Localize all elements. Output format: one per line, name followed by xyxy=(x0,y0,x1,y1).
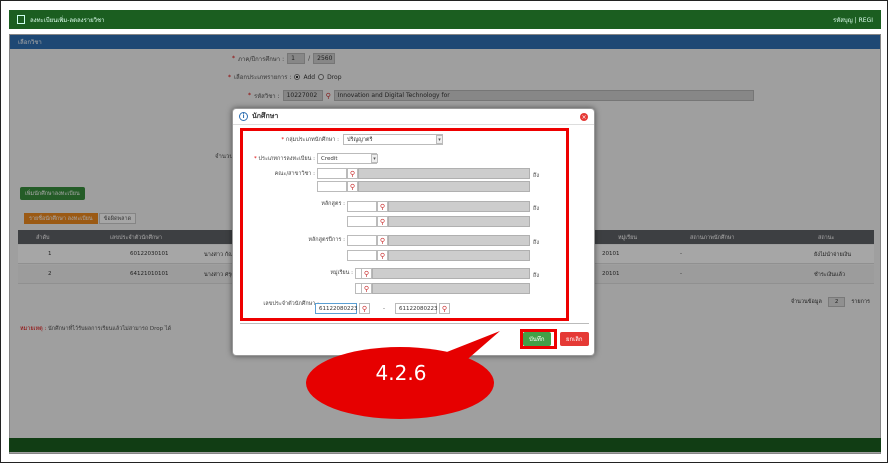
modal-divider xyxy=(240,323,589,324)
callout-label: 4.2.6 xyxy=(375,361,427,385)
search-icon[interactable]: ⚲ xyxy=(439,303,450,314)
faculty-name-1 xyxy=(358,168,530,179)
group-label: หมู่เรียน : xyxy=(330,270,353,276)
page-title: ลงทะเบียนเพิ่ม-ลดลงรายวิชา xyxy=(30,16,105,24)
to-label: ถึง xyxy=(533,273,540,279)
screenshot-frame: ลงทะเบียนเพิ่ม-ลดลงรายวิชา รหัสบุญ | REG… xyxy=(0,0,888,463)
modal-title: นักศึกษา xyxy=(252,112,279,120)
group-name-2 xyxy=(372,283,530,294)
search-icon[interactable]: ⚲ xyxy=(361,268,372,279)
student-type-label: * กลุ่มประเภทนักศึกษา : xyxy=(281,137,339,143)
top-bar-left: ลงทะเบียนเพิ่ม-ลดลงรายวิชา xyxy=(17,15,104,25)
curriculum-input-2[interactable] xyxy=(347,216,377,227)
faculty-input-2[interactable] xyxy=(317,181,347,192)
search-icon[interactable]: ⚲ xyxy=(377,216,388,227)
reg-type-label: * ประเภทการลงทะเบียน : xyxy=(254,156,315,162)
student-id-to-input[interactable]: 61122080223 xyxy=(395,303,438,314)
top-bar: ลงทะเบียนเพิ่ม-ลดลงรายวิชา รหัสบุญ | REG… xyxy=(9,10,881,29)
save-highlight-box xyxy=(520,329,557,349)
group-name-1 xyxy=(372,268,530,279)
search-icon[interactable]: ⚲ xyxy=(377,235,388,246)
search-icon[interactable]: ⚲ xyxy=(361,283,372,294)
search-icon[interactable]: ⚲ xyxy=(347,168,358,179)
faculty-label: คณะ/สาขาวิชา : xyxy=(274,171,315,177)
student-type-select[interactable]: ปริญญาตรี xyxy=(343,134,443,145)
faculty-input-1[interactable] xyxy=(317,168,347,179)
chevron-down-icon[interactable]: ▾ xyxy=(371,154,378,163)
to-label: ถึง xyxy=(533,206,540,212)
reg-type-select[interactable]: Credit xyxy=(317,153,377,164)
curriculum-year-label: หลักสูตรปีการ : xyxy=(308,237,345,243)
modal-header: i นักศึกษา xyxy=(233,109,594,125)
curriculum-name-1 xyxy=(388,201,530,212)
student-id-label: เลขประจำตัวนักศึกษา : xyxy=(263,301,319,307)
curriculum-input-1[interactable] xyxy=(347,201,377,212)
student-modal: i นักศึกษา × * กลุ่มประเภทนักศึกษา : ปริ… xyxy=(232,108,595,356)
curriculum-year-input-2[interactable] xyxy=(347,250,377,261)
faculty-name-2 xyxy=(358,181,530,192)
student-id-from-input[interactable]: 61122080223 xyxy=(315,303,358,314)
curriculum-year-name-2 xyxy=(388,250,530,261)
info-icon: i xyxy=(239,112,248,121)
cancel-button[interactable]: ยกเลิก xyxy=(560,332,589,346)
search-icon[interactable]: ⚲ xyxy=(347,181,358,192)
curriculum-year-input-1[interactable] xyxy=(347,235,377,246)
search-icon[interactable]: ⚲ xyxy=(359,303,370,314)
to-label: ถึง xyxy=(533,173,540,179)
curriculum-name-2 xyxy=(388,216,530,227)
user-info[interactable]: รหัสบุญ | REGI xyxy=(833,15,873,25)
close-icon[interactable]: × xyxy=(580,113,588,121)
range-dash: - xyxy=(383,306,385,312)
search-icon[interactable]: ⚲ xyxy=(377,201,388,212)
curriculum-year-name-1 xyxy=(388,235,530,246)
search-icon[interactable]: ⚲ xyxy=(377,250,388,261)
curriculum-label: หลักสูตร : xyxy=(321,201,345,207)
document-icon xyxy=(17,15,25,24)
to-label: ถึง xyxy=(533,240,540,246)
chevron-down-icon[interactable]: ▾ xyxy=(436,135,443,144)
